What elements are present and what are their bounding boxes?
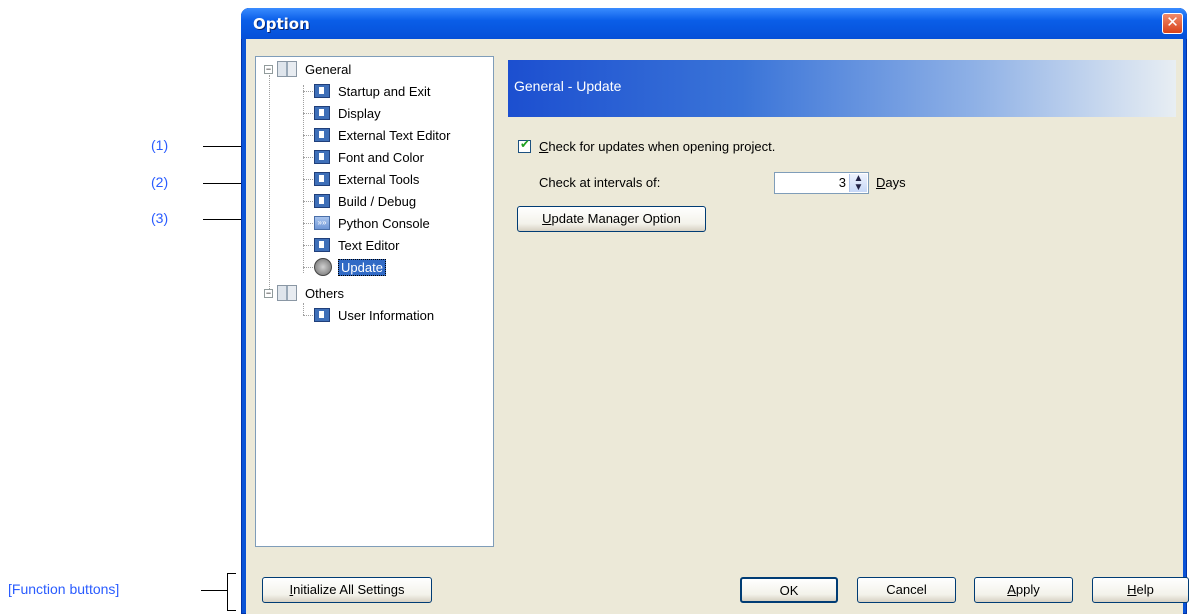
panel-header: General - Update bbox=[508, 60, 1176, 117]
cancel-button[interactable]: Cancel bbox=[857, 577, 956, 603]
tree-item-label: Startup and Exit bbox=[338, 83, 431, 99]
collapse-icon[interactable]: − bbox=[264, 64, 273, 74]
callout-1: (1) bbox=[151, 137, 169, 153]
tree-label-general: General bbox=[305, 61, 352, 77]
close-icon: ✕ bbox=[1166, 14, 1179, 31]
page-icon bbox=[314, 150, 330, 164]
book-icon bbox=[277, 61, 297, 77]
tree-item-external-text-editor[interactable]: External Text Editor bbox=[314, 125, 450, 145]
bracket-function-buttons bbox=[227, 573, 236, 611]
window-title: Option bbox=[253, 15, 310, 33]
tree-item-user-information[interactable]: User Information bbox=[314, 305, 434, 325]
check-updates-label[interactable]: Check for updates when opening project. bbox=[539, 139, 775, 154]
callout-function-buttons: [Function buttons] bbox=[8, 581, 120, 597]
tree-item-startup-and-exit[interactable]: Startup and Exit bbox=[314, 81, 431, 101]
help-button[interactable]: Help bbox=[1092, 577, 1189, 603]
tree-item-label: Build / Debug bbox=[338, 193, 417, 209]
tree-item-python-console[interactable]: »» Python Console bbox=[314, 213, 430, 233]
check-updates-checkbox[interactable] bbox=[518, 137, 531, 153]
tree-item-external-tools[interactable]: External Tools bbox=[314, 169, 419, 189]
tree-item-label: External Tools bbox=[338, 171, 420, 187]
update-icon bbox=[314, 258, 332, 276]
initialize-all-settings-button[interactable]: Initialize All Settings bbox=[262, 577, 432, 603]
page-icon bbox=[314, 308, 330, 322]
tree-item-text-editor[interactable]: Text Editor bbox=[314, 235, 399, 255]
interval-days-spinner[interactable]: 3 ▲ ▼ bbox=[774, 172, 869, 194]
python-console-icon: »» bbox=[314, 216, 330, 230]
days-label: Days bbox=[876, 175, 906, 190]
update-manager-option-button[interactable]: Update Manager Option bbox=[517, 206, 706, 232]
page-icon bbox=[314, 194, 330, 208]
page-icon bbox=[314, 172, 330, 186]
tree-node-general[interactable]: − General bbox=[264, 59, 351, 79]
page-icon bbox=[314, 128, 330, 142]
tree-item-display[interactable]: Display bbox=[314, 103, 381, 123]
close-button[interactable]: ✕ bbox=[1162, 13, 1183, 34]
tree-item-label: Display bbox=[338, 105, 381, 121]
book-icon bbox=[277, 285, 297, 301]
collapse-icon[interactable]: − bbox=[264, 288, 273, 298]
page-icon bbox=[314, 238, 330, 252]
tree-item-build-debug[interactable]: Build / Debug bbox=[314, 191, 416, 211]
tree-item-label: Text Editor bbox=[338, 237, 400, 253]
spinner-arrows-icon[interactable]: ▲ ▼ bbox=[849, 174, 867, 193]
tree-item-font-and-color[interactable]: Font and Color bbox=[314, 147, 424, 167]
page-icon bbox=[314, 106, 330, 120]
tree-item-label: Python Console bbox=[338, 215, 430, 231]
tree-item-label: External Text Editor bbox=[338, 127, 451, 143]
category-tree[interactable]: − General Startup and Exit Display Exter… bbox=[255, 56, 494, 547]
title-bar[interactable]: Option ✕ bbox=[241, 8, 1187, 39]
ok-button[interactable]: OK bbox=[740, 577, 838, 603]
tree-node-others[interactable]: − Others bbox=[264, 283, 344, 303]
tree-label-others: Others bbox=[305, 285, 345, 301]
tree-item-update[interactable]: Update bbox=[314, 257, 386, 277]
callout-3: (3) bbox=[151, 210, 169, 226]
callout-2: (2) bbox=[151, 174, 169, 190]
apply-button[interactable]: Apply bbox=[974, 577, 1073, 603]
panel-header-title: General - Update bbox=[514, 78, 622, 94]
tree-item-label: Font and Color bbox=[338, 149, 424, 165]
option-dialog: Option ✕ − General Startup and Exit Disp… bbox=[241, 8, 1189, 614]
interval-label: Check at intervals of: bbox=[539, 175, 661, 190]
interval-value[interactable]: 3 bbox=[839, 175, 846, 190]
tree-item-label-selected: Update bbox=[338, 258, 386, 276]
tree-item-label: User Information bbox=[338, 307, 435, 323]
leader-line-function-buttons bbox=[201, 590, 227, 591]
page-icon bbox=[314, 84, 330, 98]
dialog-client-area: − General Startup and Exit Display Exter… bbox=[246, 39, 1189, 614]
